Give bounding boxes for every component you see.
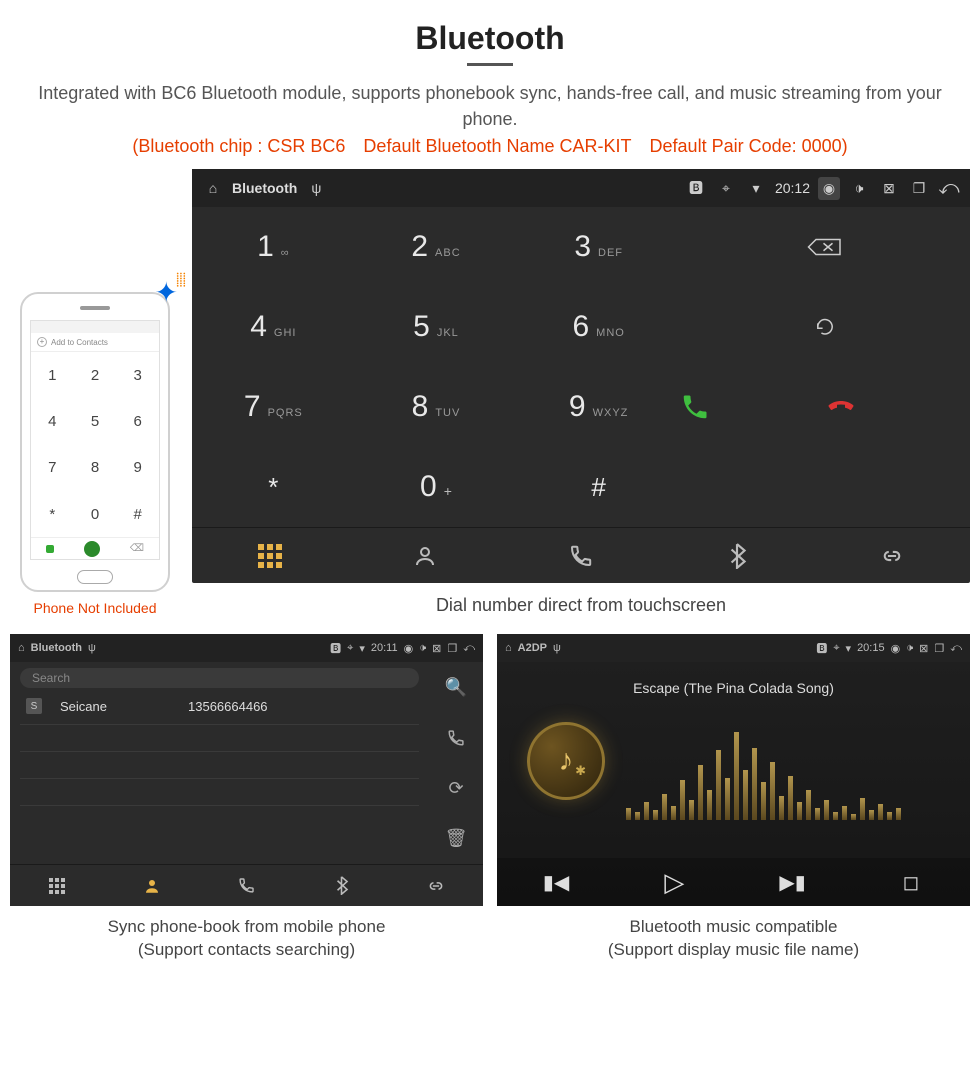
contacts-caption: Sync phone-book from mobile phone (Suppo… — [10, 916, 483, 962]
key-5[interactable]: 5JKL — [413, 310, 459, 344]
music-status-bar: ⌂ A2DP ψ 🅱⌖▾ 20:15 ◉ 🕩⊠❐⤺ — [497, 634, 970, 662]
tab-contacts[interactable] — [105, 865, 200, 906]
volume-icon[interactable]: 🕩 — [848, 180, 870, 197]
redial-button[interactable] — [680, 287, 970, 367]
visualizer — [626, 730, 901, 820]
search-input[interactable]: Search — [20, 668, 419, 688]
location-icon: ⌖ — [715, 180, 737, 197]
tab-contacts[interactable] — [348, 528, 504, 583]
dialer-panel: ⌂ Bluetooth ψ 🅱 ⌖ ▾ 20:12 ◉ 🕩 ⊠ ❐ ⤺ — [192, 169, 970, 583]
key-9[interactable]: 9WXYZ — [569, 390, 628, 424]
signal-icon: ⸽⸽⸽ — [176, 270, 186, 288]
call-icon[interactable] — [429, 713, 483, 764]
screenshot-icon[interactable]: ◉ — [404, 642, 414, 655]
tab-bluetooth[interactable] — [294, 865, 389, 906]
delete-icon[interactable]: 🗑 — [429, 814, 483, 865]
home-icon[interactable]: ⌂ — [505, 642, 512, 654]
music-note-icon: ♪ — [559, 744, 574, 778]
status-bar: ⌂ Bluetooth ψ 🅱 ⌖ ▾ 20:12 ◉ 🕩 ⊠ ❐ ⤺ — [192, 169, 970, 207]
music-panel: ⌂ A2DP ψ 🅱⌖▾ 20:15 ◉ 🕩⊠❐⤺ Escape (The Pi… — [497, 634, 970, 906]
home-icon[interactable]: ⌂ — [202, 180, 224, 196]
screenshot-icon[interactable]: ◉ — [891, 642, 901, 655]
tab-dialpad[interactable] — [10, 865, 105, 906]
home-icon[interactable]: ⌂ — [18, 642, 25, 654]
phone-caption: Phone Not Included — [10, 600, 180, 616]
spec-line: (Bluetooth chip : CSR BC6 Default Blueto… — [8, 136, 972, 157]
key-star[interactable]: * — [268, 472, 278, 503]
sync-icon[interactable]: ⟳ — [429, 763, 483, 814]
page-title: Bluetooth — [8, 20, 972, 57]
search-icon[interactable]: 🔍 — [429, 662, 483, 713]
contacts-panel: ⌂ Bluetooth ψ 🅱⌖▾ 20:11 ◉ 🕩⊠❐⤺ Search S … — [10, 634, 483, 906]
dialer-tabs — [192, 527, 970, 583]
tab-dialpad[interactable] — [192, 528, 348, 583]
key-8[interactable]: 8TUV — [412, 390, 461, 424]
tab-recents[interactable] — [503, 528, 659, 583]
wifi-icon: ▾ — [745, 180, 767, 197]
usb-icon: ψ — [305, 180, 327, 196]
tab-pair[interactable] — [388, 865, 483, 906]
phone-mockup: ✦⸽⸽⸽ +Add to Contacts 123 456 789 *0# ⌫ — [20, 292, 170, 592]
call-button[interactable] — [680, 392, 825, 422]
key-1[interactable]: 1∞ — [257, 230, 290, 264]
key-3[interactable]: 3DEF — [574, 230, 623, 264]
backspace-button[interactable] — [680, 207, 970, 287]
recent-icon[interactable]: ❐ — [908, 180, 930, 197]
close-app-icon[interactable]: ⊠ — [878, 180, 900, 197]
stop-button[interactable]: ◻ — [852, 858, 970, 906]
bar-title: Bluetooth — [232, 180, 297, 196]
album-art: ♪ ✱ — [527, 722, 605, 800]
next-button[interactable]: ▶▮ — [734, 858, 852, 906]
key-2[interactable]: 2ABC — [411, 230, 460, 264]
play-button[interactable]: ▷ — [615, 858, 733, 906]
tab-bluetooth[interactable] — [659, 528, 815, 583]
key-6[interactable]: 6MNO — [572, 310, 624, 344]
screenshot-icon[interactable]: ◉ — [818, 177, 840, 200]
key-7[interactable]: 7PQRS — [244, 390, 303, 424]
back-icon[interactable]: ⤺ — [938, 177, 960, 200]
tab-pair[interactable] — [814, 528, 970, 583]
key-hash[interactable]: # — [591, 472, 605, 503]
contact-row[interactable]: S Seicane 13566664466 — [20, 694, 419, 718]
dialer-caption: Dial number direct from touchscreen — [192, 595, 970, 616]
hangup-button[interactable] — [825, 397, 970, 417]
tab-recents[interactable] — [199, 865, 294, 906]
key-0[interactable]: 0+ — [420, 470, 452, 504]
bluetooth-status-icon: 🅱 — [685, 178, 707, 198]
clock: 20:12 — [775, 180, 810, 196]
prev-button[interactable]: ▮◀ — [497, 858, 615, 906]
key-4[interactable]: 4GHI — [250, 310, 296, 344]
contacts-status-bar: ⌂ Bluetooth ψ 🅱⌖▾ 20:11 ◉ 🕩⊠❐⤺ — [10, 634, 483, 662]
dial-keypad: 1∞ 2ABC 3DEF 4GHI 5JKL 6MNO 7PQRS 8TUV 9… — [192, 207, 680, 527]
description: Integrated with BC6 Bluetooth module, su… — [8, 80, 972, 132]
phone-keypad: 123 456 789 *0# — [31, 352, 159, 537]
title-underline — [467, 63, 513, 66]
bluetooth-icon: ✦⸽⸽⸽ — [155, 276, 178, 309]
bluetooth-icon: ✱ — [575, 763, 586, 779]
music-caption: Bluetooth music compatible (Support disp… — [497, 916, 970, 962]
add-to-contacts: +Add to Contacts — [31, 333, 159, 352]
song-title: Escape (The Pina Colada Song) — [633, 680, 834, 696]
